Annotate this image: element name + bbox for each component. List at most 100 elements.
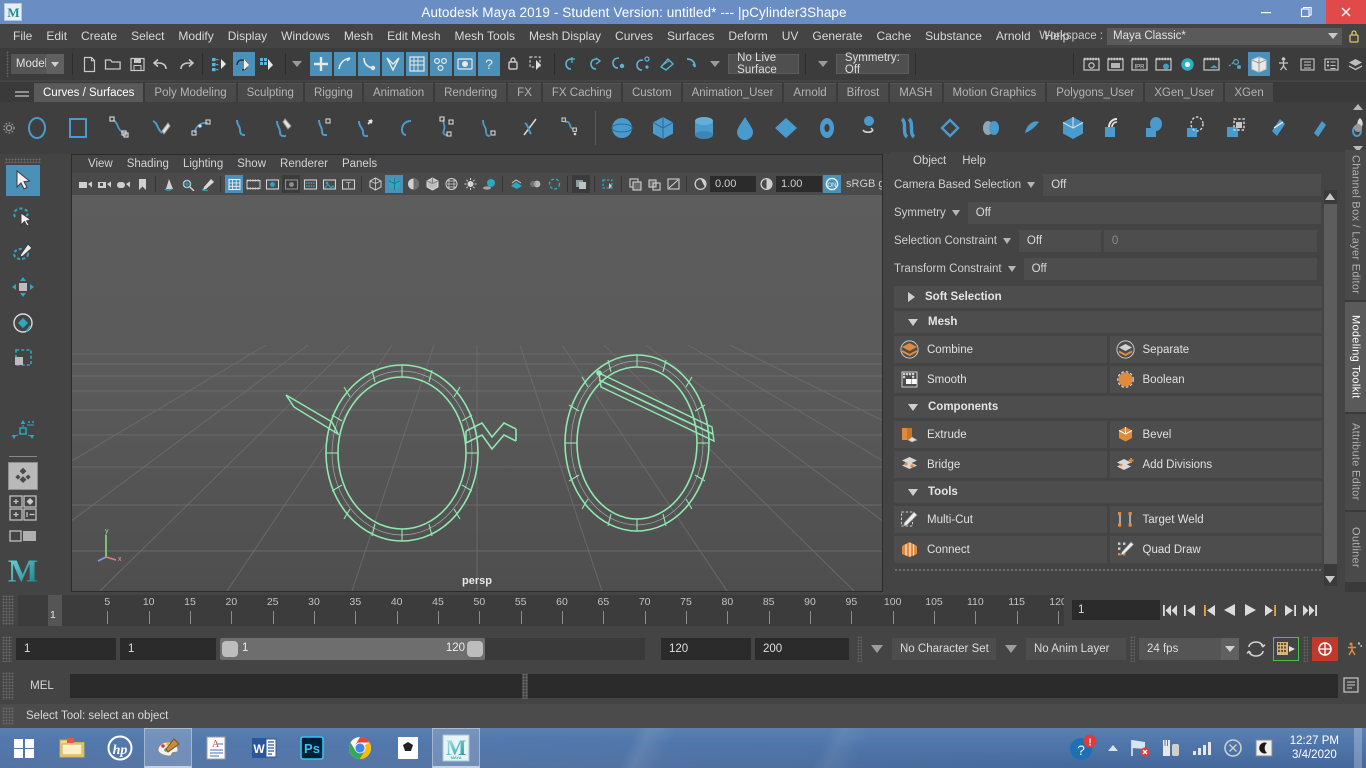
shelf-tab-rendering[interactable]: Rendering [435, 83, 507, 102]
step-back-keyframe-icon[interactable] [1180, 598, 1200, 622]
scroll-down-arrow-icon[interactable] [1325, 576, 1335, 583]
project-curve-icon[interactable] [1257, 106, 1298, 150]
paint-icon[interactable] [144, 728, 192, 768]
multi-cut-button[interactable]: Multi-Cut [894, 506, 1107, 533]
viewport-copy-icon[interactable] [626, 175, 644, 193]
film-gate-icon[interactable] [244, 175, 262, 193]
new-scene-icon[interactable] [78, 52, 100, 76]
insert-knot-icon[interactable] [426, 106, 467, 150]
image-plane-icon[interactable] [160, 175, 178, 193]
nurbs-torus-icon[interactable] [806, 106, 847, 150]
vtab-attribute-editor[interactable]: Attribute Editor [1345, 414, 1366, 510]
viewport-menu-show[interactable]: Show [231, 158, 272, 170]
bevel-button[interactable]: Bevel [1109, 421, 1322, 448]
two-point-arc-icon[interactable] [303, 106, 344, 150]
network-icon[interactable] [1129, 737, 1151, 759]
menu-item-curves[interactable]: Curves [608, 27, 660, 45]
shelf-tab-animation-user[interactable]: Animation_User [682, 83, 783, 102]
resolution-gate-icon[interactable] [263, 175, 281, 193]
anim-start-field[interactable]: 1 [16, 638, 116, 660]
snap-to-points-icon[interactable] [608, 52, 630, 76]
current-frame-field[interactable]: 1 [1072, 600, 1160, 620]
divider-grip[interactable] [857, 636, 862, 662]
shelf-tab-custom[interactable]: Custom [622, 83, 681, 102]
motion-blur-icon[interactable] [526, 175, 544, 193]
chevron-down-icon[interactable] [1027, 182, 1036, 188]
render-settings-icon[interactable] [1152, 52, 1174, 76]
step-forward-keyframe-icon[interactable] [1280, 598, 1300, 622]
section-header-tools[interactable]: Tools [894, 481, 1322, 503]
chevron-down-icon[interactable] [710, 61, 721, 67]
range-end-field[interactable]: 120 [661, 638, 751, 660]
scroll-up-arrow-icon[interactable] [1325, 193, 1335, 200]
lock-icon[interactable] [1346, 26, 1362, 46]
range-slider-right-handle[interactable] [467, 641, 483, 657]
shelf-tab-xgen[interactable]: XGen [1225, 83, 1273, 102]
toolbar-grip[interactable] [6, 51, 9, 77]
target-weld-button[interactable]: Target Weld [1109, 506, 1322, 533]
shelf-scroll-controls[interactable] [1352, 104, 1364, 152]
word-icon[interactable]: W [240, 728, 288, 768]
character-set-dropdown-arrow[interactable] [866, 638, 888, 660]
time-slider[interactable]: 1 5 10 15 20 25 30 35 40 45 50 55 60 65 70 75 80 85 90 95 1… [18, 594, 1064, 626]
viewport-clear-icon[interactable] [664, 175, 682, 193]
shelf-options-gear-icon[interactable] [2, 106, 16, 150]
selection-constraint-value[interactable]: Off [1018, 230, 1101, 252]
viewport-menu-shading[interactable]: Shading [121, 158, 175, 170]
select-hierarchy-icon[interactable] [209, 52, 231, 76]
nurbs-cube-icon[interactable] [642, 106, 683, 150]
play-forwards-icon[interactable] [1240, 598, 1260, 622]
shelf-grip[interactable] [10, 82, 34, 102]
taskbar-clock[interactable]: 12:27 PM 3/4/2020 [1284, 734, 1345, 762]
offset-curve-icon[interactable] [467, 106, 508, 150]
film-gate-display-icon[interactable] [301, 175, 319, 193]
viewport-paste-icon[interactable] [645, 175, 663, 193]
make-live-icon[interactable] [680, 52, 702, 76]
menu-item-edit-mesh[interactable]: Edit Mesh [380, 27, 447, 45]
rotate-tool[interactable] [6, 307, 40, 339]
menuset-mode-dropdown[interactable]: Modeling [10, 54, 64, 74]
menu-item-cache[interactable]: Cache [869, 27, 918, 45]
viewport-menu-panels[interactable]: Panels [336, 158, 383, 170]
close-icon[interactable] [1326, 0, 1366, 24]
birail-icon[interactable] [1011, 106, 1052, 150]
attach-curve-icon[interactable] [344, 106, 385, 150]
bookmark-icon[interactable] [133, 175, 151, 193]
two-pane-layout-icon[interactable] [6, 526, 40, 546]
image-display-icon[interactable] [320, 175, 338, 193]
connect-button[interactable]: Connect [894, 536, 1107, 563]
nurbs-circle-icon[interactable] [16, 106, 57, 150]
menu-item-create[interactable]: Create [74, 27, 124, 45]
range-slider-left-handle[interactable] [222, 641, 238, 657]
add-divisions-button[interactable]: Add Divisions [1109, 451, 1322, 478]
help-line-grip[interactable] [2, 707, 14, 725]
show-desktop-button[interactable] [1354, 728, 1362, 768]
attribute-editor-icon[interactable] [1296, 52, 1318, 76]
chevron-down-icon[interactable] [1002, 238, 1011, 244]
intersect-surfaces-icon[interactable] [1216, 106, 1257, 150]
menu-item-windows[interactable]: Windows [274, 27, 337, 45]
loft-icon[interactable] [888, 106, 929, 150]
toolbox-grip[interactable] [4, 158, 41, 163]
go-to-start-icon[interactable] [1160, 598, 1180, 622]
anim-layer-dropdown-arrow[interactable] [1000, 638, 1022, 660]
gamma-icon[interactable] [757, 175, 775, 193]
paint-select-tool[interactable] [6, 236, 40, 268]
camera-based-selection-value[interactable]: Off [1043, 174, 1322, 196]
step-forward-frame-icon[interactable] [1260, 598, 1280, 622]
soft-modification-tool[interactable] [6, 414, 40, 446]
menu-item-generate[interactable]: Generate [805, 27, 869, 45]
range-slider[interactable]: 1 120 [220, 638, 645, 660]
live-surface-field[interactable]: No Live Surface [728, 52, 800, 76]
curve-fillet-icon[interactable] [508, 106, 549, 150]
help-question-icon[interactable]: ? [477, 52, 500, 76]
range-start-field[interactable]: 1 [120, 638, 216, 660]
exposure-value[interactable]: 0.00 [710, 176, 756, 192]
use-lights-icon[interactable] [461, 175, 479, 193]
symmetry-value[interactable]: Off [967, 202, 1321, 224]
restore-icon[interactable] [1286, 0, 1326, 24]
windows-start-icon[interactable] [0, 728, 48, 768]
help-alert-icon[interactable]: ?! [1067, 733, 1097, 763]
persp-outliner-layout-icon[interactable] [6, 494, 40, 522]
boolean-button[interactable]: Boolean [1109, 366, 1322, 393]
